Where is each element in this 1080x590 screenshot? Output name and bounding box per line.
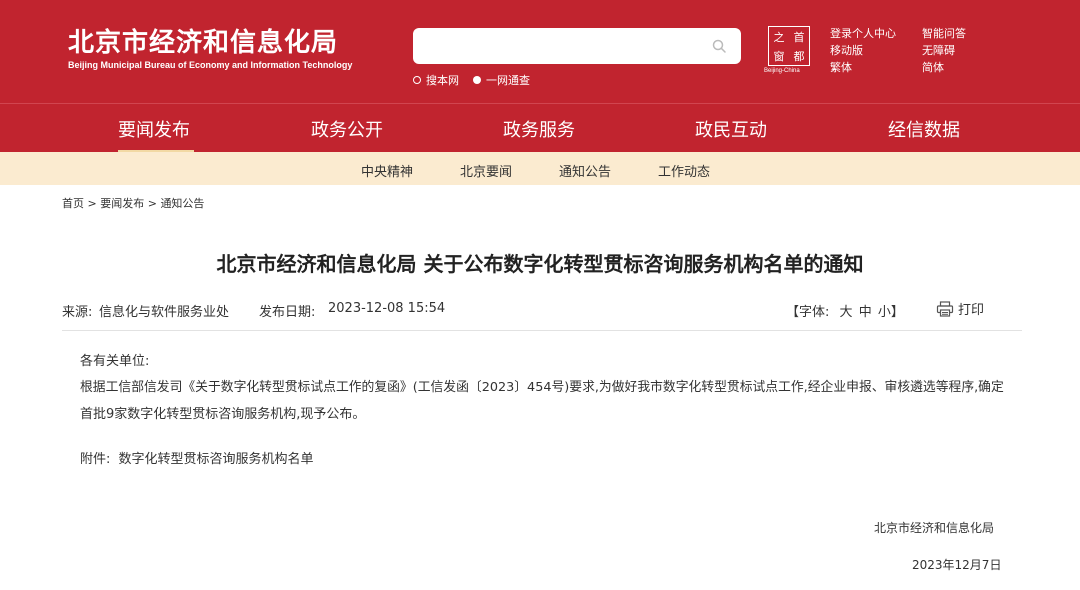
accessibility-link[interactable]: 无障碍 xyxy=(922,42,955,58)
site-title[interactable]: 北京市经济和信息化局 xyxy=(68,22,338,59)
scope-all-radio[interactable]: 一网通查 xyxy=(473,72,530,88)
attachment-link[interactable]: 数字化转型贯标咨询服务机构名单 xyxy=(119,452,314,467)
search-box xyxy=(413,28,741,64)
subnav-item-beijing-news[interactable]: 北京要闻 xyxy=(460,161,512,180)
logo-char: 都 xyxy=(793,49,805,63)
smart-qa-link[interactable]: 智能问答 xyxy=(922,25,966,41)
article-greeting: 各有关单位: xyxy=(80,354,150,369)
nav-item-gov-service[interactable]: 政务服务 xyxy=(503,116,575,142)
nav-item-news[interactable]: 要闻发布 xyxy=(118,116,190,142)
breadcrumb-separator: > xyxy=(147,197,157,210)
nav-item-data[interactable]: 经信数据 xyxy=(888,116,960,142)
signature-date: 2023年12月7日 xyxy=(912,558,1002,572)
breadcrumb-notices[interactable]: 通知公告 xyxy=(160,197,204,210)
font-size-label: 【字体: xyxy=(786,305,830,320)
logo-caption: Beijing-China xyxy=(764,68,800,74)
subnav-item-work-news[interactable]: 工作动态 xyxy=(658,161,710,180)
date-value: 2023-12-08 15:54 xyxy=(328,301,446,316)
font-large-button[interactable]: 大 xyxy=(840,305,853,320)
radio-unchecked-icon xyxy=(413,76,421,84)
article-paragraph-line-2: 首批9家数字化转型贯标咨询服务机构,现予公布。 xyxy=(80,407,366,422)
sub-nav: 中央精神 北京要闻 通知公告 工作动态 xyxy=(0,152,1080,185)
simplified-chinese-link[interactable]: 简体 xyxy=(922,59,944,75)
traditional-chinese-link[interactable]: 繁体 xyxy=(830,59,852,75)
font-size-control: 【字体: 大 中 小】 xyxy=(786,301,904,320)
logo-char: 之 xyxy=(773,30,785,44)
font-small-button[interactable]: 小】 xyxy=(878,305,904,320)
breadcrumb: 首页 > 要闻发布 > 通知公告 xyxy=(62,195,204,211)
article-paragraph-line-1: 根据工信部信发司《关于数字化转型贯标试点工作的复函》(工信发函〔2023〕454… xyxy=(80,380,1004,395)
printer-icon xyxy=(936,300,954,317)
print-button[interactable]: 打印 xyxy=(936,299,984,318)
page: 北京市经济和信息化局 Beijing Municipal Bureau of E… xyxy=(0,0,1080,590)
attachment-label: 附件: xyxy=(80,452,111,467)
date-label: 发布日期: xyxy=(259,305,316,320)
capital-window-logo[interactable]: 之 首 窗 都 xyxy=(768,26,810,66)
logo-char: 窗 xyxy=(773,49,785,63)
login-link[interactable]: 登录个人中心 xyxy=(830,25,896,41)
radio-checked-icon xyxy=(473,76,481,84)
breadcrumb-news[interactable]: 要闻发布 xyxy=(100,197,144,210)
meta-divider xyxy=(62,330,1022,331)
site-subtitle: Beijing Municipal Bureau of Economy and … xyxy=(68,60,353,70)
search-icon[interactable] xyxy=(711,38,727,54)
logo-char: 首 xyxy=(793,30,805,44)
scope-site-radio[interactable]: 搜本网 xyxy=(413,72,459,88)
scope-site-label: 搜本网 xyxy=(426,74,459,87)
print-label: 打印 xyxy=(958,303,985,318)
breadcrumb-separator: > xyxy=(87,197,97,210)
subnav-item-notices[interactable]: 通知公告 xyxy=(559,161,611,180)
mobile-link[interactable]: 移动版 xyxy=(830,42,863,58)
signature-org: 北京市经济和信息化局 xyxy=(874,521,995,535)
subnav-item-central[interactable]: 中央精神 xyxy=(361,161,413,180)
site-header: 北京市经济和信息化局 Beijing Municipal Bureau of E… xyxy=(0,0,1080,103)
source-label: 来源: xyxy=(62,305,93,320)
search-input[interactable] xyxy=(423,34,703,58)
font-medium-button[interactable]: 中 xyxy=(859,305,872,320)
nav-item-gov-open[interactable]: 政务公开 xyxy=(311,116,383,142)
source-value: 信息化与软件服务业处 xyxy=(99,305,230,320)
attachment: 附件: 数字化转型贯标咨询服务机构名单 xyxy=(80,448,314,467)
article-title: 北京市经济和信息化局 关于公布数字化转型贯标咨询服务机构名单的通知 xyxy=(216,252,864,276)
scope-all-label: 一网通查 xyxy=(486,74,530,87)
nav-item-interaction[interactable]: 政民互动 xyxy=(695,116,767,142)
main-nav: 要闻发布 政务公开 政务服务 政民互动 经信数据 xyxy=(0,103,1080,153)
breadcrumb-home[interactable]: 首页 xyxy=(62,197,84,210)
